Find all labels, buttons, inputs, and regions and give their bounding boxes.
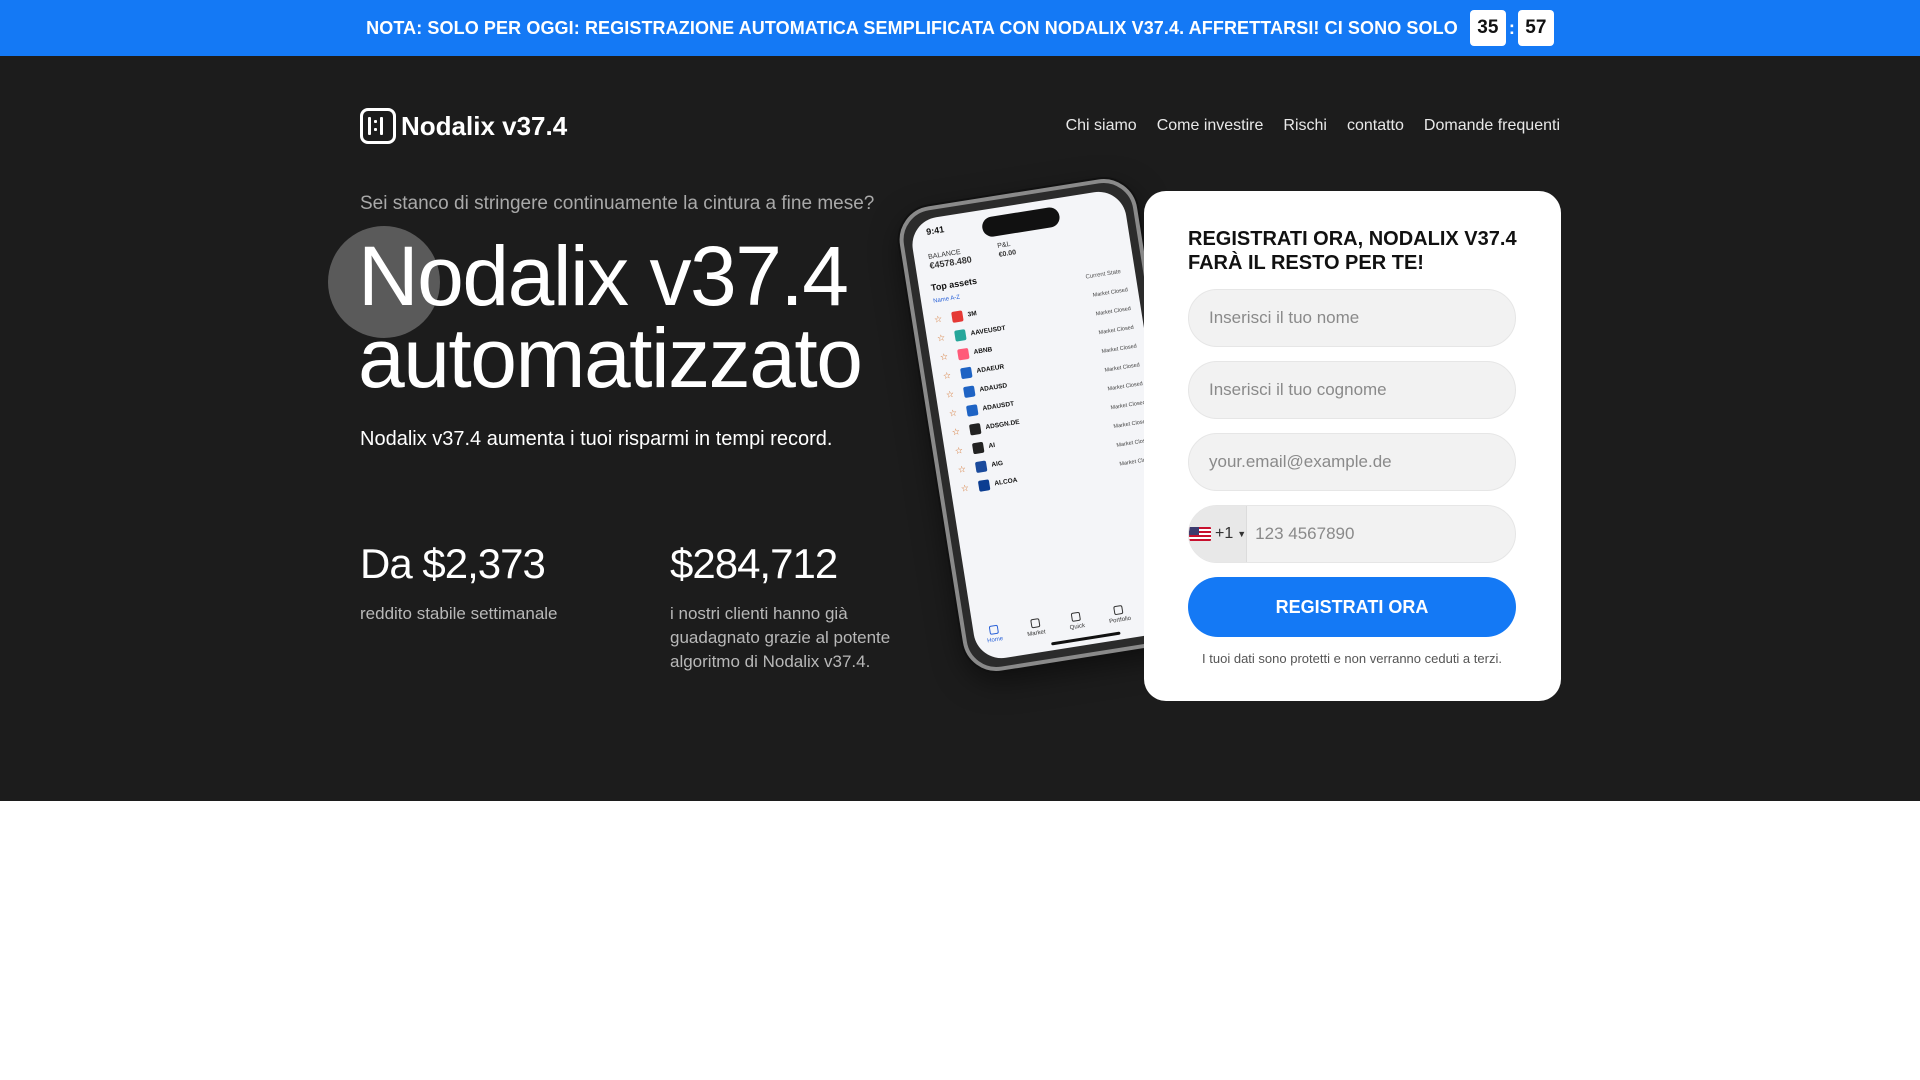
last-name-field[interactable] xyxy=(1188,361,1516,419)
tab-icon xyxy=(1029,618,1041,629)
nav-chi-siamo[interactable]: Chi siamo xyxy=(1066,117,1137,135)
star-icon: ☆ xyxy=(933,313,943,325)
star-icon: ☆ xyxy=(942,369,952,382)
asset-logo-icon xyxy=(951,310,964,323)
star-icon: ☆ xyxy=(936,332,946,344)
star-icon: ☆ xyxy=(945,388,955,400)
first-name-field[interactable] xyxy=(1188,289,1516,347)
star-icon: ☆ xyxy=(951,426,961,438)
stat-value: $284,712 xyxy=(670,540,838,587)
tab-icon xyxy=(1113,604,1124,616)
phone-balance: BALANCE €4578.480 xyxy=(928,246,973,271)
logo-text: Nodalix v37.4 xyxy=(401,110,568,141)
asset-logo-icon xyxy=(957,347,970,361)
top-assets-title: Top assets xyxy=(930,275,978,293)
stat-total-earned: $284,712 i nostri clienti hanno già guad… xyxy=(670,540,920,674)
asset-state: Market Closed xyxy=(1107,380,1144,393)
asset-state: Market Closed xyxy=(1101,343,1138,355)
us-flag-icon xyxy=(1189,527,1211,541)
asset-logo-icon xyxy=(954,329,967,342)
asset-logo-icon xyxy=(977,479,991,492)
country-code-select[interactable]: +1 ▼ xyxy=(1189,506,1248,562)
caret-down-icon: ▼ xyxy=(1237,529,1247,539)
pnl-value: €0.00 xyxy=(998,249,1017,259)
registration-card: REGISTRATI ORA, NODALIX V37.4 FARÀ IL RE… xyxy=(1144,191,1561,701)
site-logo[interactable]: Nodalix v37.4 xyxy=(360,108,567,144)
tab-icon xyxy=(1070,611,1081,622)
asset-state: Market Closed xyxy=(1110,399,1147,411)
promo-banner: NOTA: SOLO PER OGGI: REGISTRAZIONE AUTOM… xyxy=(0,0,1920,56)
stat-description: i nostri clienti hanno già guadagnato gr… xyxy=(670,604,891,671)
nav-come-investire[interactable]: Come investire xyxy=(1157,117,1264,135)
asset-logo-icon xyxy=(974,460,988,474)
home-indicator xyxy=(1051,631,1121,646)
asset-state: Market Closed xyxy=(1092,286,1129,299)
headline-line-1: Nodalix v37.4 xyxy=(358,229,849,323)
tab-label: Portfolio xyxy=(1108,615,1132,626)
tab-label: Home xyxy=(986,635,1004,645)
page-below-fold xyxy=(0,801,1920,1080)
stat-value: Da $2,373 xyxy=(360,540,546,587)
stat-weekly-income: Da $2,373 reddito stabile settimanale xyxy=(360,540,558,626)
asset-logo-icon xyxy=(971,441,985,455)
asset-logo-icon xyxy=(968,422,982,436)
stat-description: reddito stabile settimanale xyxy=(360,604,558,623)
asset-logo-icon xyxy=(963,385,976,399)
phone-tab-home: Home xyxy=(985,624,1004,644)
hero-subline: Nodalix v37.4 aumenta i tuoi risparmi in… xyxy=(360,428,833,450)
email-input[interactable] xyxy=(1209,452,1495,472)
register-button[interactable]: REGISTRATI ORA xyxy=(1188,577,1516,637)
asset-logo-icon xyxy=(960,366,973,380)
last-name-input[interactable] xyxy=(1209,380,1495,400)
phone-field[interactable]: +1 ▼ xyxy=(1188,505,1516,563)
phone-tab-market: Market xyxy=(1025,617,1046,638)
main-nav: Chi siamo Come investire Rischi contatto… xyxy=(1066,117,1560,135)
nav-rischi[interactable]: Rischi xyxy=(1283,117,1327,135)
tab-label: Market xyxy=(1026,629,1047,639)
phone-pnl: P&L €0.00 xyxy=(997,239,1017,260)
tab-icon xyxy=(988,624,999,635)
phone-tab-portfolio: Portfolio xyxy=(1107,604,1132,625)
timer-seconds: 57 xyxy=(1517,10,1554,46)
star-icon: ☆ xyxy=(939,351,949,363)
star-icon: ☆ xyxy=(954,444,964,457)
star-icon: ☆ xyxy=(960,482,970,494)
privacy-note: I tuoi dati sono protetti e non verranno… xyxy=(1202,651,1502,666)
email-field[interactable] xyxy=(1188,433,1516,491)
star-icon: ☆ xyxy=(957,463,967,475)
star-icon: ☆ xyxy=(948,407,958,419)
asset-state: Market Closed xyxy=(1095,305,1132,317)
asset-list: ☆ 3M Market Closed ☆ AAVEUSDT Market Closed ☆ A… xyxy=(933,280,1156,498)
nav-contatto[interactable]: contatto xyxy=(1347,117,1404,135)
asset-state: Market Closed xyxy=(1104,361,1141,374)
form-title: REGISTRATI ORA, NODALIX V37.4 FARÀ IL RE… xyxy=(1188,228,1517,274)
phone-input[interactable] xyxy=(1247,524,1515,544)
nav-faq[interactable]: Domande frequenti xyxy=(1424,117,1560,135)
country-code: +1 xyxy=(1215,525,1234,542)
promo-note: NOTA: SOLO PER OGGI: REGISTRAZIONE AUTOM… xyxy=(366,17,1458,38)
timer-separator: : xyxy=(1508,17,1515,38)
headline-line-2: automatizzato xyxy=(358,311,863,405)
phone-tab-quick: Quick xyxy=(1068,611,1086,632)
logo-icon xyxy=(360,108,396,144)
hero-kicker: Sei stanco di stringere continuamente la… xyxy=(360,193,875,214)
state-header: Current State xyxy=(1085,269,1122,281)
timer-minutes: 35 xyxy=(1469,10,1506,46)
asset-state: Market Closed xyxy=(1098,324,1135,336)
first-name-input[interactable] xyxy=(1209,308,1495,328)
tab-label: Quick xyxy=(1069,623,1086,632)
phone-time: 9:41 xyxy=(925,224,945,237)
hero-headline: Nodalix v37.4 automatizzato xyxy=(358,229,863,405)
sort-label: Name A-Z xyxy=(932,294,961,305)
phone-notch xyxy=(980,206,1061,239)
asset-logo-icon xyxy=(965,404,979,417)
